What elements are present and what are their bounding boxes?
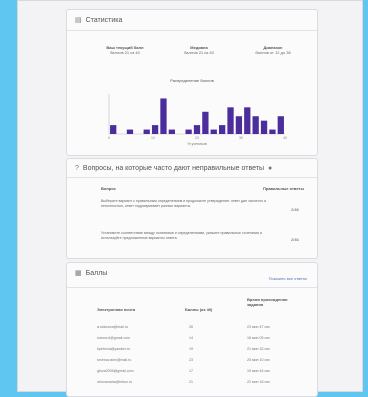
question-count: 2/46 bbox=[291, 237, 299, 242]
x-tick-label: 0 bbox=[108, 136, 110, 140]
bar bbox=[260, 120, 268, 134]
scores-icon: ▦ bbox=[75, 270, 82, 277]
statistics-title: Статистика bbox=[85, 16, 123, 24]
stat-median: Медиана баллов 21 из 40 bbox=[169, 45, 229, 55]
time-cell: 22 мин 18 сек bbox=[247, 380, 270, 384]
divider bbox=[67, 287, 317, 288]
chart-icon: ▤ bbox=[75, 17, 82, 24]
bar bbox=[160, 98, 167, 134]
score-cell: 19 bbox=[189, 347, 193, 351]
table-row[interactable]: a.sidorova@mail.ru 26 23 мин 47 сек bbox=[97, 323, 301, 333]
score-cell: 14 bbox=[189, 336, 193, 340]
time-cell: 21 мин 32 сек bbox=[247, 347, 270, 351]
bar bbox=[235, 116, 243, 134]
bar bbox=[210, 129, 217, 134]
table-row[interactable]: glova2005@gmail.com 17 19 мин 44 сек bbox=[97, 367, 301, 377]
scores-panel: ▦ Баллы Показать все ответы Электронная … bbox=[66, 262, 318, 397]
stat-value: баллов от 12 до 36 bbox=[255, 50, 291, 55]
bar bbox=[252, 116, 259, 134]
email-cell: kpetrova@yandex.ru bbox=[97, 347, 131, 351]
col-email: Электронная почта bbox=[97, 307, 136, 312]
bar bbox=[227, 107, 234, 134]
email-cell: smirnov.alex@mail.ru bbox=[97, 358, 132, 362]
bar bbox=[269, 129, 276, 134]
view-all-responses-link[interactable]: Показать все ответы bbox=[269, 276, 307, 281]
bar bbox=[110, 125, 117, 134]
email-cell: orlovamaria@inbox.ru bbox=[97, 380, 133, 384]
stat-current-score: Ваш текущий балл баллов 21 из 40 bbox=[95, 45, 155, 55]
question-icon: ? bbox=[75, 165, 79, 172]
divider bbox=[67, 177, 317, 178]
table-row[interactable]: smirnov.alex@mail.ru 23 25 мин 10 сек bbox=[97, 356, 301, 366]
bar bbox=[244, 107, 251, 134]
bar bbox=[126, 129, 134, 134]
bar bbox=[202, 111, 209, 134]
score-cell: 17 bbox=[189, 369, 193, 373]
stat-range: Диапазон баллов от 12 до 36 bbox=[243, 45, 303, 55]
time-cell: 18 мин 05 сек bbox=[247, 336, 270, 340]
statistics-panel: ▤ Статистика Ваш текущий балл баллов 21 … bbox=[66, 9, 318, 156]
bar bbox=[185, 129, 192, 134]
question-text[interactable]: Выберите вариант с правильным определени… bbox=[101, 199, 277, 209]
score-cell: 26 bbox=[189, 325, 193, 329]
questions-title: Вопросы, на которые часто дают неправиль… bbox=[82, 165, 264, 172]
x-tick-label: 40 bbox=[283, 136, 287, 140]
score-cell: 23 bbox=[189, 358, 193, 362]
col-score: Баллы (из 40) bbox=[185, 307, 213, 312]
bar bbox=[219, 125, 226, 134]
stat-value: баллов 21 из 40 bbox=[110, 50, 140, 55]
bar bbox=[168, 129, 175, 134]
col-correct: Правильные ответы bbox=[263, 186, 304, 191]
scores-header: ▦ Баллы bbox=[75, 269, 108, 278]
x-tick-label: 30 bbox=[239, 136, 243, 140]
time-cell: 25 мин 10 сек bbox=[247, 358, 270, 362]
bar bbox=[277, 116, 284, 134]
scores-title: Баллы bbox=[85, 269, 108, 277]
questions-header: ? Вопросы, на которые часто дают неправи… bbox=[75, 165, 272, 172]
stat-value: баллов 21 из 40 bbox=[184, 50, 214, 55]
email-cell: glova2005@gmail.com bbox=[97, 369, 134, 373]
x-tick-label: 20 bbox=[195, 136, 199, 140]
x-axis-label: % учеников bbox=[187, 142, 206, 146]
help-icon[interactable]: ● bbox=[268, 165, 272, 172]
table-row[interactable]: orlovamaria@inbox.ru 21 22 мин 18 сек bbox=[97, 378, 301, 388]
table-row[interactable]: ivanov.d@gmail.com 14 18 мин 05 сек bbox=[97, 334, 301, 344]
col-time: Время прохождения задания bbox=[247, 297, 288, 307]
x-tick-label: 10 bbox=[151, 136, 155, 140]
col-question: Вопрос bbox=[101, 186, 116, 191]
score-distribution-chart: 0 10 20 30 40 % учеников bbox=[108, 94, 287, 146]
statistics-header: ▤ Статистика bbox=[75, 16, 123, 25]
divider bbox=[67, 30, 317, 31]
time-cell: 19 мин 44 сек bbox=[247, 369, 270, 373]
bar bbox=[151, 125, 159, 134]
questions-panel: ? Вопросы, на которые часто дают неправи… bbox=[66, 158, 318, 259]
table-row[interactable]: kpetrova@yandex.ru 19 21 мин 32 сек bbox=[97, 345, 301, 355]
email-cell: a.sidorova@mail.ru bbox=[97, 325, 129, 329]
question-count: 2/46 bbox=[291, 207, 299, 212]
email-cell: ivanov.d@gmail.com bbox=[97, 336, 131, 340]
score-cell: 21 bbox=[189, 380, 193, 384]
bar bbox=[143, 129, 150, 134]
question-text[interactable]: Установите соответствие между понятиями … bbox=[101, 231, 277, 241]
time-cell: 23 мин 47 сек bbox=[247, 325, 270, 329]
bar bbox=[193, 125, 201, 134]
chart-title: Распределение баллов bbox=[170, 78, 214, 83]
